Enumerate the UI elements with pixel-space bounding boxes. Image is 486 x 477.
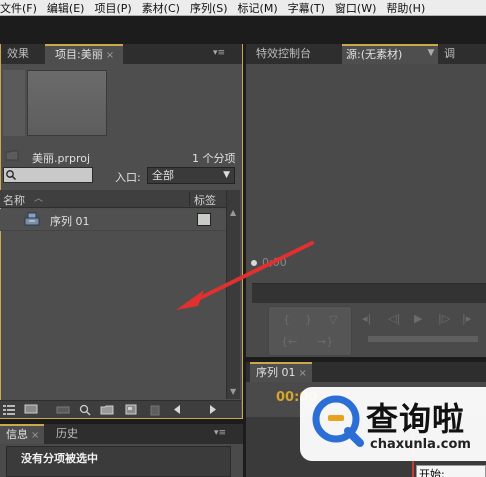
tab-project[interactable]: 项目:美丽 × [45,44,123,64]
start-tooltip: 开始: 00:00:0 [416,465,486,477]
list-view-icon[interactable] [2,403,16,416]
mark-in-icon[interactable]: { [283,313,290,326]
watermark-text: 查询啦 [366,400,466,438]
find-icon[interactable] [78,403,92,416]
menu-title[interactable]: 字幕(T) [288,0,325,16]
automate-to-sequence-icon[interactable] [56,403,70,416]
menu-marker[interactable]: 标记(M) [238,0,278,16]
step-forward-icon[interactable]: |▷ [438,312,450,325]
source-dropdown-icon[interactable]: ▼ [422,46,440,60]
tab-sequence[interactable]: 序列 01 × [250,362,312,382]
scroll-down-icon[interactable]: ▼ [230,387,236,396]
menu-file[interactable]: 文件(F) [0,0,37,16]
project-toolbar [0,400,241,418]
go-to-in-icon[interactable]: {← [281,335,297,348]
no-selection-text: 没有分项被选中 [21,452,98,465]
info-content: 没有分项被选中 [6,446,231,477]
timeline-panel-tabs: 序列 01 × [246,362,486,382]
entry-select[interactable]: 全部 ▼ [147,167,235,184]
label-color-swatch[interactable] [197,213,211,226]
chevron-down-icon: ▼ [223,170,230,180]
marker-icon[interactable]: ▽ [329,313,337,326]
tab-history[interactable]: 历史 [56,424,78,444]
source-timecode[interactable]: 0;00 [262,256,287,269]
folder-icon [5,150,19,161]
list-header: 名称 ︿ 标签 [0,190,226,208]
project-panel-tabs: 效果 项目:美丽 × ▾≡ [1,44,242,64]
playhead-marker[interactable] [251,260,257,266]
transport-controls: { } ▽ {← →} [268,306,352,356]
source-scrubber[interactable] [252,283,486,303]
source-panel-tabs: 特效控制台 源:(无素材) ▼ 调 [246,44,486,64]
close-icon[interactable]: × [299,368,307,379]
tab-info[interactable]: 信息 × [0,424,44,444]
new-bin-icon[interactable] [100,403,114,416]
clear-icon[interactable] [148,403,162,416]
entry-label: 入口: [115,171,141,184]
scroll-left-icon[interactable] [170,403,184,416]
playback-controls: ◂| ◁| ▶ |▷ |▸ [358,306,486,356]
watermark-url: chaxunla.com [370,437,471,452]
search-icon [6,170,16,180]
mark-out-icon[interactable]: } [305,313,312,326]
step-back-icon[interactable]: ◁| [388,312,400,325]
preview-thumbnail [27,70,107,136]
menu-project[interactable]: 项目(P) [94,0,131,16]
tab-partial[interactable]: 调 [444,44,455,64]
sequence-icon [24,212,40,226]
menu-sequence[interactable]: 序列(S) [190,0,228,16]
panel-menu-icon[interactable]: ▾≡ [211,426,229,440]
info-panel-tabs: 信息 × 历史 ▾≡ [0,424,243,444]
close-icon[interactable]: × [106,50,114,61]
new-item-icon[interactable] [124,403,138,416]
info-panel: 信息 × 历史 ▾≡ 没有分项被选中 [0,424,243,477]
step-back-icon[interactable]: ◂| [362,312,371,325]
go-to-out-icon[interactable]: →} [317,335,333,348]
vertical-scrollbar[interactable]: ▲ ▼ [226,190,240,399]
tab-effects[interactable]: 效果 [7,44,29,64]
sort-ascending-icon[interactable]: ︿ [34,191,43,204]
tab-effect-controls[interactable]: 特效控制台 [256,44,311,64]
menu-bar: 文件(F) 编辑(E) 项目(P) 素材(C) 序列(S) 标记(M) 字幕(T… [0,0,486,16]
menu-clip[interactable]: 素材(C) [142,0,180,16]
column-label[interactable]: 标签 [194,192,216,208]
project-filename: 美丽.prproj [32,152,91,165]
menu-help[interactable]: 帮助(H) [386,0,425,16]
column-name[interactable]: 名称 [3,192,25,208]
icon-view-icon[interactable] [24,403,38,416]
preview-area [1,64,242,154]
list-item[interactable]: 序列 01 [0,209,226,231]
scroll-right-icon[interactable] [206,403,220,416]
close-icon[interactable]: × [31,430,39,441]
menu-window[interactable]: 窗口(W) [335,0,376,16]
step-forward-icon[interactable]: |▸ [462,312,471,325]
preview-side [3,70,25,136]
sequence-name: 序列 01 [50,215,90,228]
item-count: 1 个分项 [192,152,236,165]
play-icon[interactable]: ▶ [414,312,422,325]
column-divider[interactable] [189,192,190,206]
menu-edit[interactable]: 编辑(E) [47,0,85,16]
project-panel: 效果 项目:美丽 × ▾≡ [0,44,243,419]
panel-menu-icon[interactable]: ▾≡ [210,46,228,60]
jog-shuttle[interactable] [368,336,478,342]
scroll-up-icon[interactable]: ▲ [230,208,236,217]
watermark-logo-icon [312,395,364,447]
